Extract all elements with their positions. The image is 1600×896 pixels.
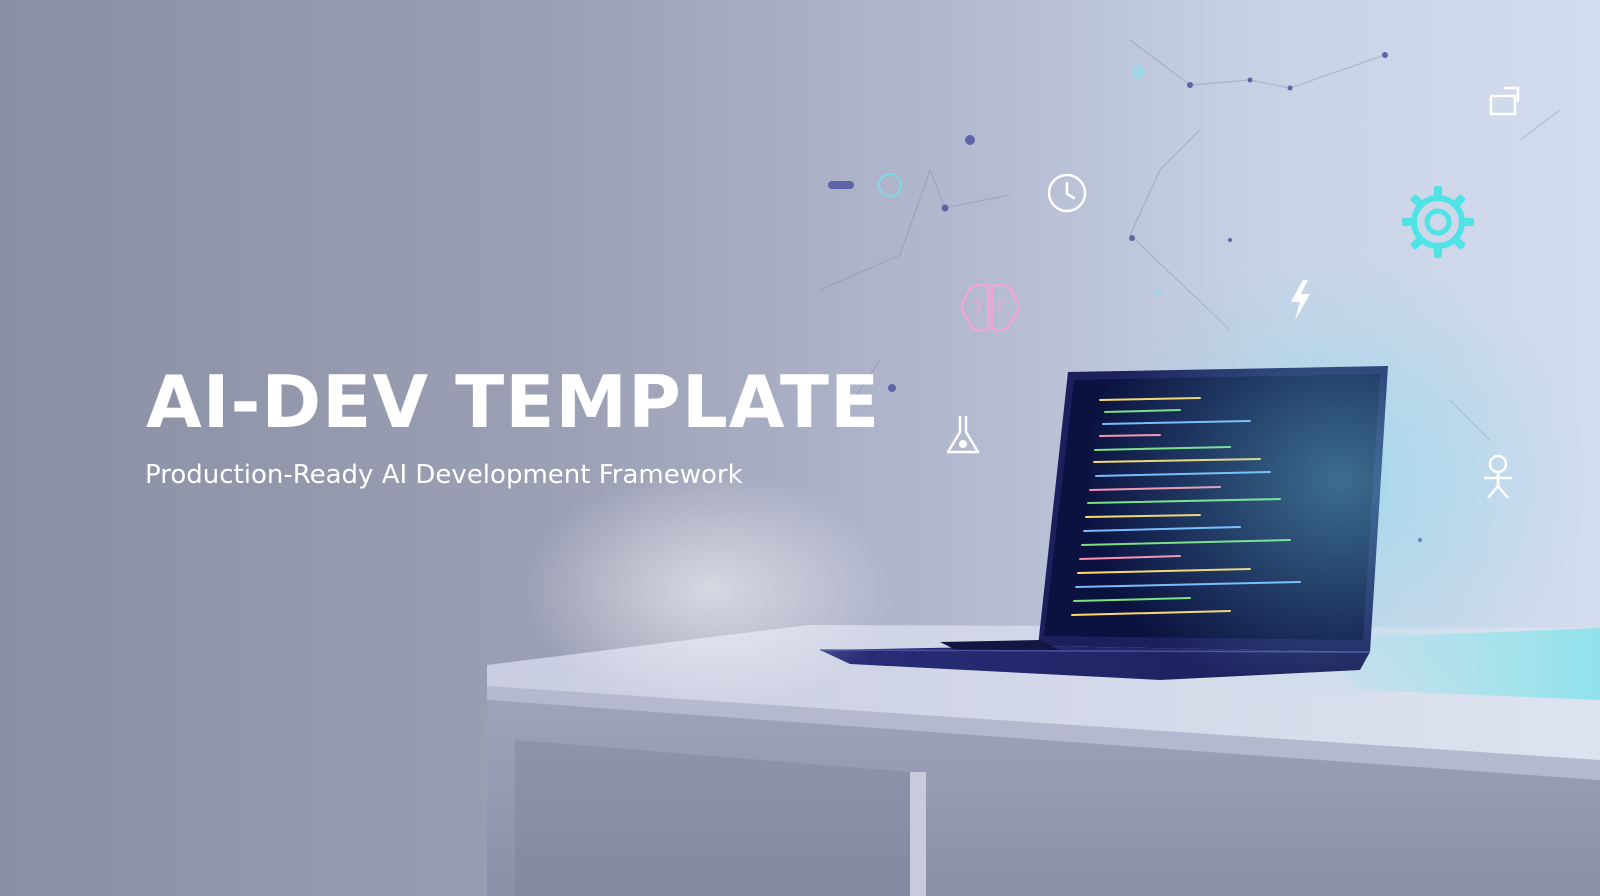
brain-icon	[960, 283, 1020, 332]
clock-icon	[1047, 173, 1087, 213]
hero-subtitle: Production-Ready AI Development Framewor…	[145, 460, 743, 490]
ring-decoration	[878, 173, 902, 197]
expand-icon	[1489, 86, 1520, 116]
cyan-glow	[1080, 250, 1600, 710]
flask-icon	[946, 416, 980, 454]
robot-icon	[1484, 454, 1512, 499]
lightning-icon	[1291, 280, 1310, 320]
pill-decoration	[828, 181, 854, 189]
gear-icon	[1402, 186, 1474, 258]
ambient-glow	[520, 470, 900, 710]
hero-title: AI-DEV TEMPLATE	[146, 360, 881, 444]
